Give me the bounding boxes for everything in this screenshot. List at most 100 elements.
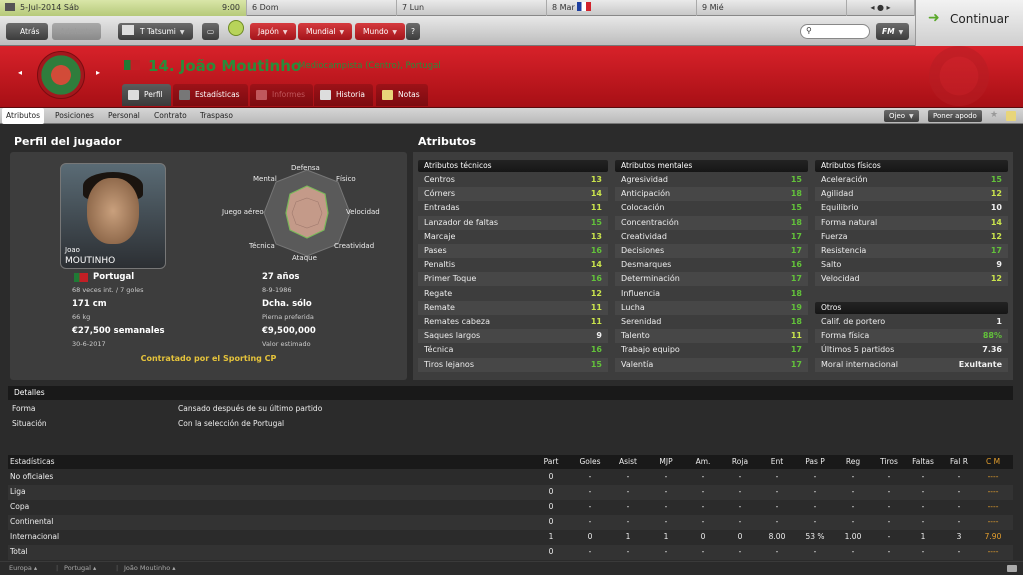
breadcrumb-item[interactable]: João Moutinho ▴: [124, 562, 176, 575]
tab-historia[interactable]: Historia: [314, 84, 373, 106]
attribute-row[interactable]: Penaltis 14: [418, 258, 608, 272]
attribute-row[interactable]: Centros 13: [418, 173, 608, 187]
stats-column-header[interactable]: Faltas: [906, 455, 940, 469]
competition-button[interactable]: Mundial ▼: [298, 23, 353, 40]
chat-icon[interactable]: [1007, 565, 1017, 572]
stats-column-header[interactable]: Part: [534, 455, 568, 469]
calendar-today[interactable]: 5-Jul-2014 Sáb 9:00: [0, 0, 247, 16]
stats-column-header[interactable]: Am.: [686, 455, 720, 469]
manager-button[interactable]: T Tatsumi ▼: [118, 23, 193, 40]
subnav-contrato[interactable]: Contrato: [150, 108, 191, 124]
back-button[interactable]: Atrás: [6, 23, 48, 40]
search-input[interactable]: ⚲: [800, 24, 870, 39]
attribute-row[interactable]: Forma natural 14: [815, 215, 1008, 230]
attribute-row[interactable]: Agresividad 15: [615, 173, 808, 187]
stats-column-header[interactable]: Reg: [836, 455, 870, 469]
attribute-row[interactable]: Calif. de portero 1: [815, 315, 1008, 329]
table-row[interactable]: Continental 0- - - - - - - - - - - ----: [8, 515, 1013, 530]
star-icon[interactable]: ★: [990, 110, 998, 120]
breadcrumb-item[interactable]: Europa ▴: [9, 562, 37, 575]
stats-cell: -: [588, 487, 592, 496]
calendar-day[interactable]: 6 Dom: [247, 0, 397, 16]
continue-button[interactable]: ➜ Continuar: [915, 0, 1023, 46]
nickname-button[interactable]: Poner apodo: [928, 110, 982, 122]
attribute-row[interactable]: Remate 11: [418, 300, 608, 315]
stats-column-header[interactable]: Goles: [573, 455, 607, 469]
attribute-row[interactable]: Lucha 19: [615, 300, 808, 315]
attribute-row[interactable]: Forma física 88%: [815, 329, 1008, 344]
subnav-personal[interactable]: Personal: [104, 108, 144, 124]
calendar-day[interactable]: 9 Mié: [697, 0, 847, 16]
notification-icon[interactable]: [228, 20, 244, 36]
attribute-row[interactable]: Saques largos 9: [418, 329, 608, 344]
attribute-row[interactable]: Fuerza 12: [815, 230, 1008, 244]
attribute-row[interactable]: Salto 9: [815, 258, 1008, 272]
attribute-row[interactable]: Aceleración 15: [815, 173, 1008, 187]
attribute-row[interactable]: Trabajo equipo 17: [615, 343, 808, 357]
attribute-row[interactable]: Determinación 17: [615, 272, 808, 287]
table-row[interactable]: Internacional 1 0 1 1 0 0 8.00 53 % 1.00 - 1 3 7.90: [8, 530, 1013, 545]
tab-estadisticas[interactable]: Estadísticas: [173, 84, 248, 106]
attribute-row[interactable]: Moral internacional Exultante: [815, 357, 1008, 372]
stats-column-header[interactable]: C M: [976, 455, 1010, 469]
attribute-row[interactable]: Técnica 16: [418, 343, 608, 357]
attribute-row[interactable]: Desmarques 16: [615, 258, 808, 272]
edit-icon[interactable]: [1006, 111, 1016, 121]
attribute-row[interactable]: Lanzador de faltas 15: [418, 215, 608, 230]
world-button[interactable]: Mundo ▼: [355, 23, 405, 40]
attribute-row[interactable]: Influencia 18: [615, 287, 808, 301]
stats-column-header[interactable]: MJP: [649, 455, 683, 469]
attribute-row[interactable]: Marcaje 13: [418, 230, 608, 244]
attribute-row[interactable]: Agilidad 12: [815, 187, 1008, 202]
calendar-nav[interactable]: ◂ ● ▸: [847, 0, 915, 16]
attribute-row[interactable]: Decisiones 17: [615, 244, 808, 258]
inbox-button[interactable]: ▭: [202, 23, 220, 40]
team-button[interactable]: Japón ▼: [250, 23, 296, 40]
calendar-day[interactable]: 7 Lun: [397, 0, 547, 16]
stats-column-header[interactable]: Tiros: [872, 455, 906, 469]
technical-header: Atributos técnicos: [418, 160, 608, 172]
stats-column-header[interactable]: Roja: [723, 455, 757, 469]
attribute-row[interactable]: Pases 16: [418, 244, 608, 258]
stats-column-header[interactable]: Asist: [611, 455, 645, 469]
attribute-row[interactable]: Anticipación 18: [615, 187, 808, 202]
table-row[interactable]: No oficiales 0- - - - - - - - - - - ----: [8, 470, 1013, 485]
attribute-row[interactable]: Equilibrio 10: [815, 201, 1008, 215]
stats-cell: -: [887, 472, 891, 481]
attribute-row[interactable]: Creatividad 17: [615, 230, 808, 244]
scout-button[interactable]: Ojeo ▼: [884, 110, 919, 122]
attribute-row[interactable]: Colocación 15: [615, 201, 808, 215]
attribute-row[interactable]: Córners 14: [418, 187, 608, 202]
tab-notas[interactable]: Notas: [376, 84, 428, 106]
help-button[interactable]: ?: [406, 23, 420, 40]
subnav-posiciones[interactable]: Posiciones: [51, 108, 98, 124]
fm-menu-button[interactable]: FM ▼: [876, 23, 910, 40]
attribute-row[interactable]: Valentía 17: [615, 357, 808, 372]
table-row[interactable]: Liga 0- - - - - - - - - - - ----: [8, 485, 1013, 500]
next-player-arrow-icon[interactable]: ▸: [96, 68, 100, 77]
attribute-row[interactable]: Entradas 11: [418, 201, 608, 215]
table-row[interactable]: Total 0- - - - - - - - - - - ----: [8, 545, 1013, 560]
attribute-row[interactable]: Últimos 5 partidos 7.36: [815, 343, 1008, 357]
forward-button[interactable]: Adelante: [52, 23, 102, 40]
stats-column-header[interactable]: Fal R: [942, 455, 976, 469]
attribute-row[interactable]: Velocidad 12: [815, 272, 1008, 287]
attribute-row[interactable]: Regate 12: [418, 287, 608, 301]
tab-perfil[interactable]: Perfil: [122, 84, 171, 106]
calendar-day[interactable]: 8 Mar: [547, 0, 697, 16]
attribute-row[interactable]: Resistencia 17: [815, 244, 1008, 258]
attribute-row[interactable]: Talento 11: [615, 329, 808, 344]
stats-column-header[interactable]: Pas P: [798, 455, 832, 469]
stats-column-header[interactable]: Ent: [760, 455, 794, 469]
attribute-row[interactable]: Remates cabeza 11: [418, 315, 608, 329]
attribute-row[interactable]: Primer Toque 16: [418, 272, 608, 287]
breadcrumb-item[interactable]: Portugal ▴: [64, 562, 96, 575]
attribute-row[interactable]: Tiros lejanos 15: [418, 357, 608, 372]
attribute-row[interactable]: Concentración 18: [615, 215, 808, 230]
tab-informes[interactable]: Informes: [250, 84, 313, 106]
prev-player-arrow-icon[interactable]: ◂: [18, 68, 22, 77]
subnav-atributos[interactable]: Atributos: [2, 108, 45, 124]
attribute-row[interactable]: Serenidad 18: [615, 315, 808, 329]
subnav-traspaso[interactable]: Traspaso: [196, 108, 237, 124]
table-row[interactable]: Copa 0- - - - - - - - - - - ----: [8, 500, 1013, 515]
